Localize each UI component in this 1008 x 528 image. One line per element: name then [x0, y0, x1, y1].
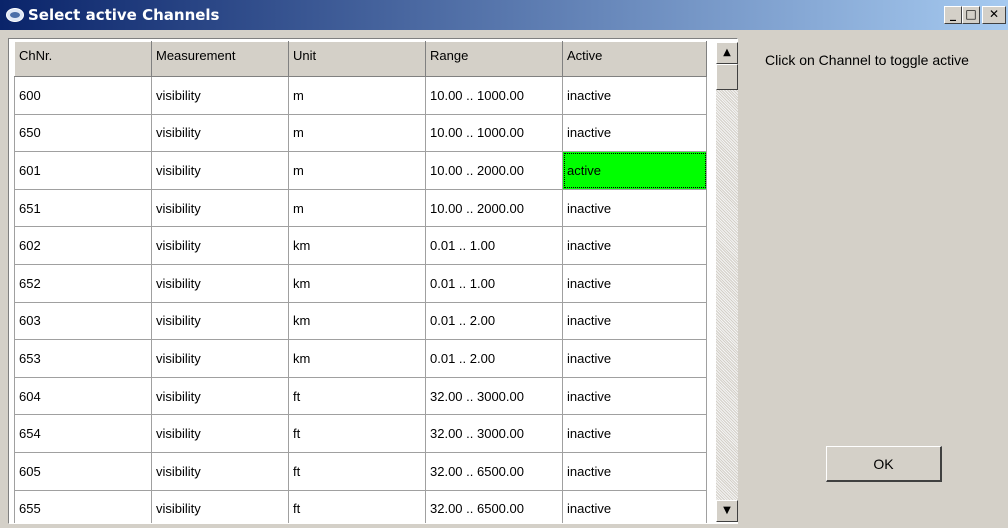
table-row[interactable]: 654 visibility ft 32.00 .. 3000.00 inactive [14, 414, 707, 453]
cell-chnr: 603 [14, 301, 152, 341]
cell-unit: ft [288, 451, 426, 491]
cell-active[interactable]: inactive [562, 301, 707, 341]
minimize-button[interactable]: _ [944, 6, 962, 24]
cell-active[interactable]: inactive [562, 113, 707, 153]
window-title: Select active Channels [28, 6, 220, 24]
cell-range: 0.01 .. 2.00 [425, 301, 563, 341]
cell-active[interactable]: inactive [562, 76, 707, 115]
vertical-scrollbar[interactable]: ▲ ▼ [716, 42, 738, 522]
header-row: ChNr. Measurement Unit Range Active [14, 41, 707, 77]
cell-measurement: visibility [151, 76, 289, 115]
scroll-down-arrow-icon[interactable]: ▼ [716, 500, 738, 522]
cell-unit: km [288, 226, 426, 265]
cell-chnr: 604 [14, 376, 152, 416]
table-row[interactable]: 605 visibility ft 32.00 .. 6500.00 inactive [14, 451, 707, 491]
cell-active[interactable]: inactive [562, 339, 707, 378]
cell-active[interactable]: inactive [562, 451, 707, 491]
cell-measurement: visibility [151, 188, 289, 228]
cell-measurement: visibility [151, 489, 289, 523]
cell-active[interactable]: inactive [562, 188, 707, 228]
cell-range: 10.00 .. 1000.00 [425, 113, 563, 153]
cell-measurement: visibility [151, 113, 289, 153]
toggle-hint-text: Click on Channel to toggle active [765, 52, 969, 68]
cell-chnr: 653 [14, 339, 152, 378]
cell-measurement: visibility [151, 301, 289, 341]
scroll-up-arrow-icon[interactable]: ▲ [716, 42, 738, 64]
table-row[interactable]: 652 visibility km 0.01 .. 1.00 inactive [14, 263, 707, 303]
cell-unit: m [288, 188, 426, 228]
channel-grid[interactable]: ChNr. Measurement Unit Range Active 600 v… [8, 38, 738, 524]
cell-measurement: visibility [151, 376, 289, 416]
cell-range: 0.01 .. 1.00 [425, 226, 563, 265]
column-header-measurement[interactable]: Measurement [151, 41, 289, 77]
cell-range: 32.00 .. 3000.00 [425, 376, 563, 416]
cell-active[interactable]: active [562, 151, 707, 190]
cell-unit: ft [288, 376, 426, 416]
cell-measurement: visibility [151, 151, 289, 190]
table-row[interactable]: 600 visibility m 10.00 .. 1000.00 inactive [14, 76, 707, 115]
table-row[interactable]: 651 visibility m 10.00 .. 2000.00 inactive [14, 188, 707, 228]
cell-range: 0.01 .. 2.00 [425, 339, 563, 378]
table-row[interactable]: 604 visibility ft 32.00 .. 3000.00 inactive [14, 376, 707, 416]
cell-measurement: visibility [151, 263, 289, 303]
scroll-thumb[interactable] [716, 64, 738, 90]
cell-measurement: visibility [151, 414, 289, 453]
table-row[interactable]: 650 visibility m 10.00 .. 1000.00 inactive [14, 113, 707, 153]
cell-unit: km [288, 339, 426, 378]
cell-measurement: visibility [151, 451, 289, 491]
cell-chnr: 601 [14, 151, 152, 190]
maximize-button[interactable]: □ [962, 6, 980, 24]
cell-chnr: 652 [14, 263, 152, 303]
column-header-range[interactable]: Range [425, 41, 563, 77]
cell-range: 10.00 .. 2000.00 [425, 188, 563, 228]
title-bar[interactable]: Select active Channels _ □ ✕ [0, 0, 1008, 30]
cell-unit: m [288, 76, 426, 115]
table-row[interactable]: 602 visibility km 0.01 .. 1.00 inactive [14, 226, 707, 265]
cell-active[interactable]: inactive [562, 226, 707, 265]
cell-active[interactable]: inactive [562, 263, 707, 303]
cell-range: 32.00 .. 3000.00 [425, 414, 563, 453]
close-button[interactable]: ✕ [982, 6, 1006, 24]
app-globe-icon[interactable] [6, 8, 24, 22]
cell-unit: ft [288, 489, 426, 523]
cell-measurement: visibility [151, 226, 289, 265]
cell-active[interactable]: inactive [562, 489, 707, 523]
cell-measurement: visibility [151, 339, 289, 378]
cell-unit: m [288, 151, 426, 190]
table-row[interactable]: 601 visibility m 10.00 .. 2000.00 active [14, 151, 707, 190]
cell-chnr: 605 [14, 451, 152, 491]
cell-unit: km [288, 263, 426, 303]
cell-chnr: 651 [14, 188, 152, 228]
cell-range: 10.00 .. 1000.00 [425, 76, 563, 115]
cell-chnr: 600 [14, 76, 152, 115]
cell-active[interactable]: inactive [562, 376, 707, 416]
cell-unit: m [288, 113, 426, 153]
ok-button[interactable]: OK [826, 446, 942, 482]
cell-range: 32.00 .. 6500.00 [425, 451, 563, 491]
cell-range: 0.01 .. 1.00 [425, 263, 563, 303]
column-header-active[interactable]: Active [562, 41, 707, 77]
cell-chnr: 654 [14, 414, 152, 453]
column-header-unit[interactable]: Unit [288, 41, 426, 77]
column-header-chnr[interactable]: ChNr. [14, 41, 152, 77]
cell-unit: ft [288, 414, 426, 453]
cell-chnr: 650 [14, 113, 152, 153]
cell-chnr: 655 [14, 489, 152, 523]
table-row[interactable]: 653 visibility km 0.01 .. 2.00 inactive [14, 339, 707, 378]
cell-active[interactable]: inactive [562, 414, 707, 453]
table-row[interactable]: 603 visibility km 0.01 .. 2.00 inactive [14, 301, 707, 341]
table-row[interactable]: 655 visibility ft 32.00 .. 6500.00 inactive [14, 489, 707, 523]
cell-chnr: 602 [14, 226, 152, 265]
cell-range: 10.00 .. 2000.00 [425, 151, 563, 190]
cell-range: 32.00 .. 6500.00 [425, 489, 563, 523]
cell-unit: km [288, 301, 426, 341]
